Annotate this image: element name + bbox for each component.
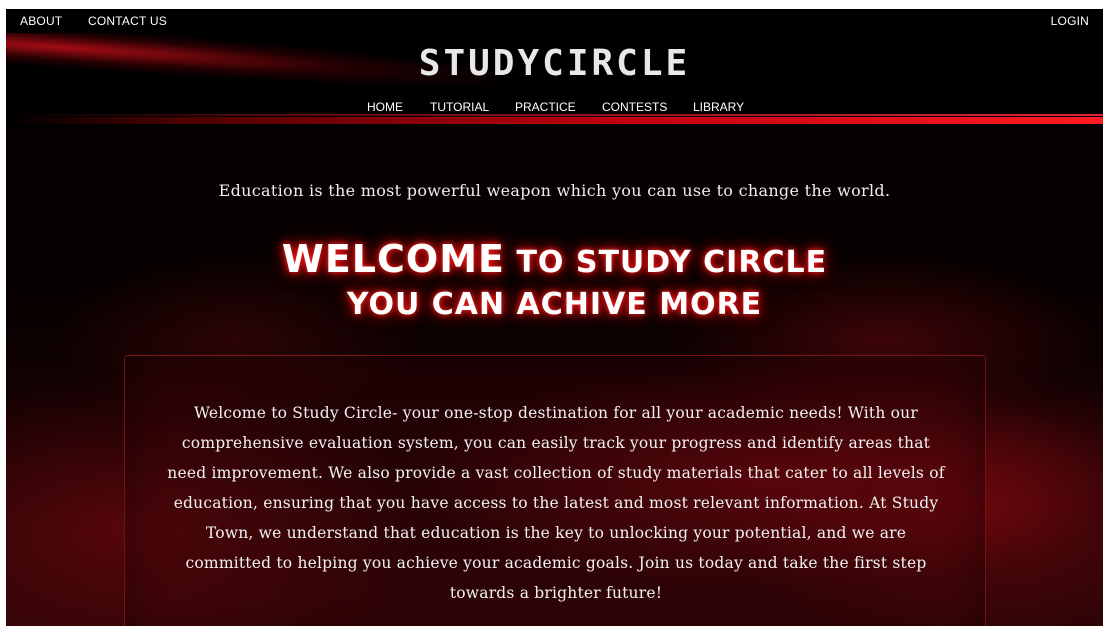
- page-frame: ABOUT CONTACT US LOGIN STUDYCIRCLE HOME …: [6, 9, 1103, 626]
- welcome-word: Welcome: [281, 237, 505, 281]
- site-logo[interactable]: STUDYCIRCLE: [6, 43, 1103, 84]
- site-header: STUDYCIRCLE HOME TUTORIAL PRACTICE CONTE…: [6, 33, 1103, 129]
- welcome-line-1: Welcome to study circle: [6, 237, 1103, 285]
- about-text: Welcome to Study Circle- your one-stop d…: [167, 404, 945, 602]
- main-nav: HOME TUTORIAL PRACTICE CONTESTS LIBRARY: [6, 100, 1103, 116]
- nav-library-link[interactable]: LIBRARY: [693, 100, 744, 114]
- about-panel: Welcome to Study Circle- your one-stop d…: [124, 355, 986, 626]
- top-bar: ABOUT CONTACT US LOGIN: [6, 9, 1103, 33]
- welcome-tagline: you can achive more: [346, 287, 763, 322]
- header-red-stripe: [6, 117, 1103, 124]
- nav-about-link[interactable]: ABOUT: [20, 14, 62, 28]
- nav-practice-link[interactable]: PRACTICE: [515, 100, 576, 114]
- hero-quote: Education is the most powerful weapon wh…: [218, 181, 891, 200]
- welcome-rest: to study circle: [516, 245, 828, 280]
- nav-home-link[interactable]: HOME: [367, 100, 403, 114]
- hero-welcome-heading: Welcome to study circle you can achive m…: [6, 237, 1103, 325]
- nav-contact-link[interactable]: CONTACT US: [88, 14, 167, 28]
- nav-tutorial-link[interactable]: TUTORIAL: [430, 100, 489, 114]
- nav-contests-link[interactable]: CONTESTS: [602, 100, 667, 114]
- nav-login-link[interactable]: LOGIN: [1051, 14, 1089, 28]
